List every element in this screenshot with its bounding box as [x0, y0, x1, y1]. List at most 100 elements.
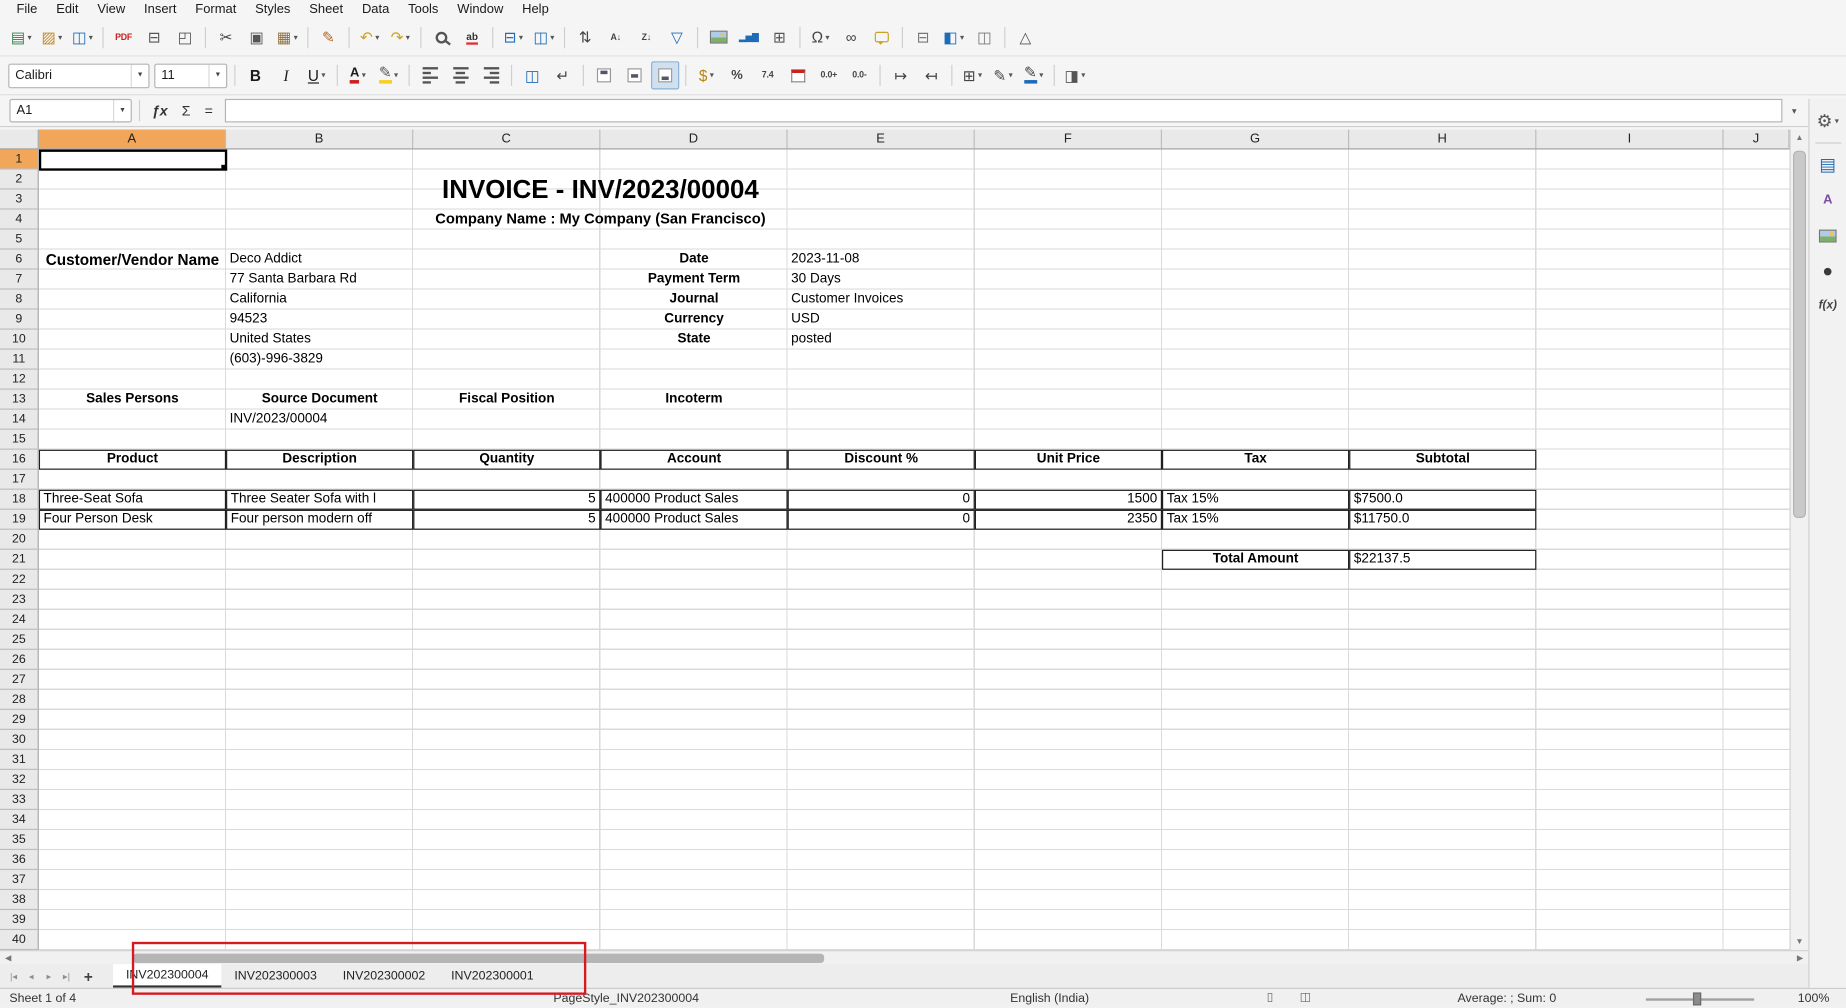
row-header-2[interactable]: 2: [0, 170, 38, 190]
row-header-9[interactable]: 9: [0, 310, 38, 330]
border-color-button[interactable]: ✎▾: [1020, 61, 1048, 89]
row-header-12[interactable]: 12: [0, 370, 38, 390]
select-sum-button[interactable]: Σ: [175, 102, 198, 118]
cell-A18[interactable]: Three-Seat Sofa: [39, 490, 226, 510]
cell-B18[interactable]: Three Seater Sofa with l: [226, 490, 413, 510]
cell-E9[interactable]: USD: [788, 310, 975, 330]
row-header-7[interactable]: 7: [0, 270, 38, 290]
column-button[interactable]: ◫▾: [530, 23, 558, 51]
align-bottom-button[interactable]: [651, 61, 679, 89]
row-header-18[interactable]: 18: [0, 490, 38, 510]
row-header-31[interactable]: 31: [0, 750, 38, 770]
cell-B19[interactable]: Four person modern off: [226, 510, 413, 530]
row-button[interactable]: ⊟▾: [499, 23, 527, 51]
cell-D13[interactable]: Incoterm: [600, 390, 787, 410]
align-right-button[interactable]: [477, 61, 505, 89]
row-header-13[interactable]: 13: [0, 390, 38, 410]
insert-chart-button[interactable]: ▂▅▇: [735, 23, 763, 51]
row-header-35[interactable]: 35: [0, 830, 38, 850]
row-header-20[interactable]: 20: [0, 530, 38, 550]
headers-and-footers-button[interactable]: ⊟: [909, 23, 937, 51]
column-header-G[interactable]: G: [1162, 130, 1349, 149]
next-sheet-button[interactable]: ▸: [40, 971, 58, 982]
cell-D8[interactable]: Journal: [600, 290, 787, 310]
cell-H19[interactable]: $11750.0: [1349, 510, 1536, 530]
cell-D18[interactable]: 400000 Product Sales: [600, 490, 787, 510]
insert-special-character-button[interactable]: Ω▾: [806, 23, 834, 51]
functions-deck-button[interactable]: f(x): [1812, 291, 1843, 322]
sheet-tab-inv202300004[interactable]: INV202300004: [113, 964, 221, 988]
cell-F18[interactable]: 1500: [975, 490, 1162, 510]
row-header-16[interactable]: 16: [0, 450, 38, 470]
format-as-date-button[interactable]: [784, 61, 812, 89]
selection-mode-icon[interactable]: ▯: [1267, 989, 1273, 1008]
font-color-button[interactable]: A▾: [344, 61, 372, 89]
cell-D16[interactable]: Account: [600, 450, 787, 470]
row-header-27[interactable]: 27: [0, 670, 38, 690]
highlighting-color-button[interactable]: ✎▾: [374, 61, 402, 89]
column-header-F[interactable]: F: [975, 130, 1162, 149]
new-document-button[interactable]: ▤▾: [7, 23, 35, 51]
redo-button[interactable]: ↷▾: [386, 23, 414, 51]
cell-grid[interactable]: INVOICE - INV/2023/00004Company Name : M…: [39, 150, 1790, 951]
row-header-25[interactable]: 25: [0, 630, 38, 650]
row-header-1[interactable]: 1: [0, 150, 38, 170]
row-header-24[interactable]: 24: [0, 610, 38, 630]
print-button[interactable]: ⊟: [140, 23, 168, 51]
formula-input[interactable]: [225, 99, 1783, 123]
save-button[interactable]: ◫▾: [68, 23, 96, 51]
cell-E10[interactable]: posted: [788, 330, 975, 350]
expand-formula-bar-icon[interactable]: ▾: [1787, 105, 1801, 116]
row-header-38[interactable]: 38: [0, 890, 38, 910]
menu-insert[interactable]: Insert: [135, 0, 186, 19]
sheet-tab-inv202300001[interactable]: INV202300001: [438, 964, 546, 988]
cell-E6[interactable]: 2023-11-08: [788, 250, 975, 270]
cell-A6[interactable]: Customer/Vendor Name: [39, 250, 226, 270]
menu-styles[interactable]: Styles: [246, 0, 300, 19]
cell-E8[interactable]: Customer Invoices: [788, 290, 975, 310]
navigator-deck-button[interactable]: ●: [1812, 255, 1843, 286]
row-header-30[interactable]: 30: [0, 730, 38, 750]
font-size-combo[interactable]: 11 ▼: [154, 63, 227, 88]
insert-comment-button[interactable]: [868, 23, 896, 51]
scroll-left-icon[interactable]: ◀: [0, 951, 16, 964]
undo-button[interactable]: ↶▾: [356, 23, 384, 51]
border-style-button[interactable]: ✎▾: [989, 61, 1017, 89]
delete-decimal-place-button[interactable]: 0.0-: [845, 61, 873, 89]
row-header-29[interactable]: 29: [0, 710, 38, 730]
vertical-scrollbar[interactable]: ▲ ▼: [1789, 130, 1808, 951]
chevron-down-icon[interactable]: ▼: [208, 64, 226, 86]
horizontal-scroll-thumb[interactable]: [133, 954, 824, 963]
sort-ascending-button[interactable]: A↓: [602, 23, 630, 51]
insert-hyperlink-button[interactable]: ∞: [837, 23, 865, 51]
chevron-down-icon[interactable]: ▼: [131, 64, 149, 86]
row-header-14[interactable]: 14: [0, 410, 38, 430]
row-header-39[interactable]: 39: [0, 910, 38, 930]
cell-F19[interactable]: 2350: [975, 510, 1162, 530]
sort-button[interactable]: ⇅: [571, 23, 599, 51]
column-header-E[interactable]: E: [788, 130, 975, 149]
column-header-B[interactable]: B: [226, 130, 413, 149]
cell-H18[interactable]: $7500.0: [1349, 490, 1536, 510]
row-header-34[interactable]: 34: [0, 810, 38, 830]
cell-G16[interactable]: Tax: [1162, 450, 1349, 470]
cell-H16[interactable]: Subtotal: [1349, 450, 1536, 470]
cell-B16[interactable]: Description: [226, 450, 413, 470]
column-header-J[interactable]: J: [1724, 130, 1790, 149]
row-header-4[interactable]: 4: [0, 210, 38, 230]
align-top-button[interactable]: [590, 61, 618, 89]
spelling-button[interactable]: ab: [458, 23, 486, 51]
cell-G21[interactable]: Total Amount: [1162, 550, 1349, 570]
add-sheet-button[interactable]: +: [78, 967, 99, 985]
cell-C18[interactable]: 5: [413, 490, 600, 510]
document-modified-icon[interactable]: ◫: [1300, 989, 1311, 1008]
cell-A16[interactable]: Product: [39, 450, 226, 470]
show-draw-functions-button[interactable]: △: [1011, 23, 1039, 51]
menu-help[interactable]: Help: [513, 0, 558, 19]
column-header-C[interactable]: C: [413, 130, 600, 149]
open-file-button[interactable]: ▨▾: [38, 23, 66, 51]
cell-E18[interactable]: 0: [788, 490, 975, 510]
cell-G19[interactable]: Tax 15%: [1162, 510, 1349, 530]
scroll-up-icon[interactable]: ▲: [1791, 130, 1809, 146]
format-as-currency-button[interactable]: $▾: [692, 61, 720, 89]
